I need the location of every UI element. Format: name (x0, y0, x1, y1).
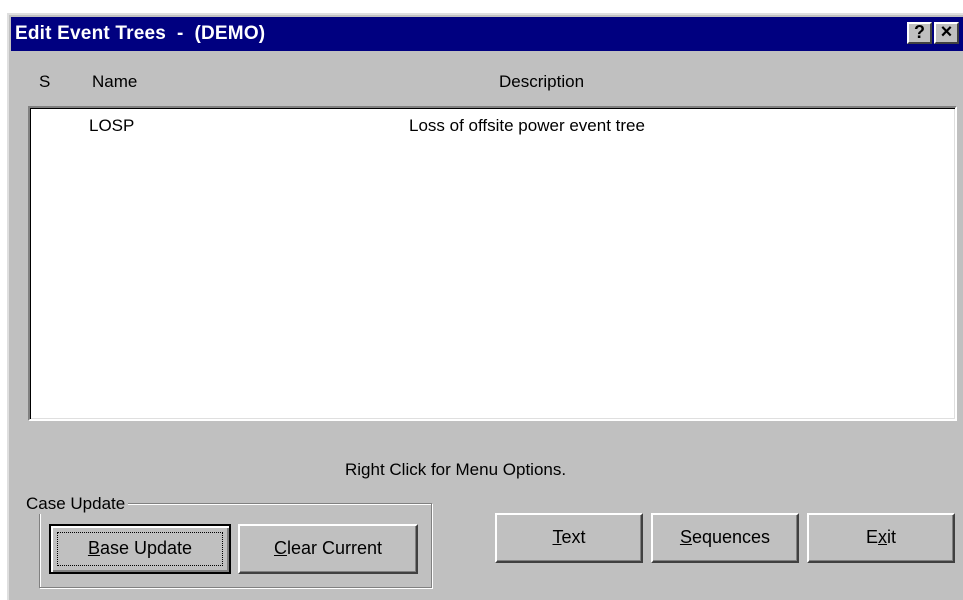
clear-current-mnemonic: C (273, 538, 287, 558)
help-button[interactable]: ? (907, 22, 932, 44)
exit-label: it (887, 527, 896, 547)
menu-hint-text: Right Click for Menu Options. (345, 460, 567, 479)
base-update-button[interactable]: Base Update (49, 524, 231, 574)
question-mark-icon: ? (914, 22, 925, 42)
clear-current-label: lear Current (286, 538, 383, 558)
close-button[interactable]: × (934, 22, 959, 44)
sequences-label: equences (691, 527, 771, 547)
sequences-button[interactable]: Sequences (651, 513, 799, 563)
column-header-name[interactable]: Name (92, 72, 137, 92)
focus-rectangle (57, 532, 223, 566)
exit-label-prefix: E (865, 527, 878, 547)
title-bar[interactable]: Edit Event Trees - (DEMO) ? × (11, 17, 963, 51)
case-update-legend: Case Update (23, 494, 129, 514)
edit-event-trees-dialog: Edit Event Trees - (DEMO) ? × S Name Des… (7, 13, 963, 600)
event-tree-list[interactable]: LOSP Loss of offsite power event tree (28, 106, 957, 421)
clear-current-button[interactable]: Clear Current (238, 524, 418, 574)
close-icon: × (940, 21, 953, 43)
window-title: Edit Event Trees - (DEMO) (15, 23, 266, 44)
event-tree-name: LOSP (89, 116, 135, 135)
event-tree-description: Loss of offsite power event tree (409, 116, 645, 135)
text-label: ext (561, 527, 586, 547)
sequences-mnemonic: S (679, 527, 692, 547)
list-item[interactable]: LOSP Loss of offsite power event tree (30, 116, 955, 140)
column-header-status[interactable]: S (39, 72, 50, 92)
exit-button[interactable]: Exit (807, 513, 955, 563)
text-button[interactable]: Text (495, 513, 643, 563)
column-header-description[interactable]: Description (499, 72, 584, 92)
exit-mnemonic: x (878, 527, 887, 547)
